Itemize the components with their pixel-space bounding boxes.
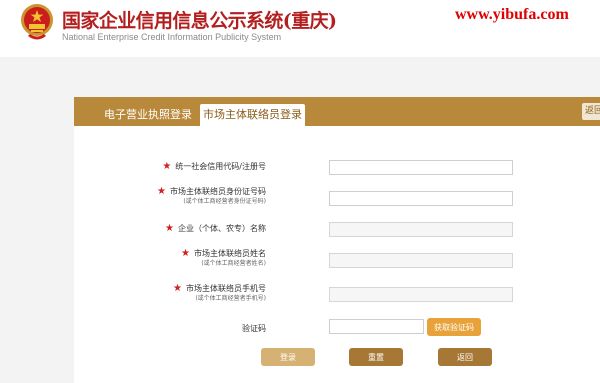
required-mark: ★ xyxy=(162,161,172,172)
captcha-label-text: 验证码 xyxy=(242,324,266,333)
required-mark: ★ xyxy=(173,283,182,294)
contact-name-label-text: 市场主体联络员姓名 xyxy=(194,249,266,258)
required-mark: ★ xyxy=(181,248,190,259)
id-number-input[interactable] xyxy=(329,191,513,206)
captcha-input[interactable] xyxy=(329,319,424,334)
credit-code-label: ★ 统一社会信用代码/注册号 xyxy=(162,161,266,172)
login-panel: 电子营业执照登录 市场主体联络员登录 返回 ★ 统一社会信用代码/注册号 ★ 市场主… xyxy=(74,97,600,383)
required-mark: ★ xyxy=(157,186,166,197)
back-top-button[interactable]: 返回 xyxy=(582,103,600,120)
phone-input[interactable] xyxy=(329,287,513,302)
back-button[interactable]: 返回 xyxy=(438,348,492,366)
company-name-input[interactable] xyxy=(329,222,513,237)
credit-code-label-text: 统一社会信用代码/注册号 xyxy=(175,162,266,171)
national-emblem-icon xyxy=(21,4,53,40)
site-header: 国家企业信用信息公示系统(重庆) National Enterprise Cre… xyxy=(0,0,600,57)
contact-name-note: (或个体工商经营者姓名) xyxy=(201,260,266,267)
credit-code-input[interactable] xyxy=(329,160,513,175)
login-tabbar: 电子营业执照登录 市场主体联络员登录 返回 xyxy=(74,97,600,126)
id-note: (或个体工商经营者身份证号码) xyxy=(183,198,266,205)
phone-note: (或个体工商经营者手机号) xyxy=(195,295,266,302)
company-name-label-text: 企业（个体、农专）名称 xyxy=(178,224,266,233)
captcha-label: 验证码 xyxy=(242,323,266,334)
company-name-label: ★ 企业（个体、农专）名称 xyxy=(165,223,266,234)
login-button[interactable]: 登录 xyxy=(261,348,315,366)
required-mark: ★ xyxy=(165,223,174,234)
phone-label-text: 市场主体联络员手机号 xyxy=(186,284,266,293)
tab-license-login[interactable]: 电子营业执照登录 xyxy=(104,104,192,126)
tab-contact-login[interactable]: 市场主体联络员登录 xyxy=(200,104,305,126)
contact-name-label: ★ 市场主体联络员姓名 (或个体工商经营者姓名) xyxy=(181,248,266,268)
reset-button[interactable]: 重置 xyxy=(349,348,403,366)
site-subtitle: National Enterprise Credit Information P… xyxy=(62,32,282,42)
contact-name-input[interactable] xyxy=(329,253,513,268)
id-label-text: 市场主体联络员身份证号码 xyxy=(170,187,266,196)
watermark: www.yibufa.com xyxy=(455,6,569,23)
id-label: ★ 市场主体联络员身份证号码 (或个体工商经营者身份证号码) xyxy=(157,186,266,206)
get-code-button[interactable]: 获取验证码 xyxy=(427,318,481,336)
phone-label: ★ 市场主体联络员手机号 (或个体工商经营者手机号) xyxy=(173,283,266,303)
site-title: 国家企业信用信息公示系统(重庆) xyxy=(62,10,337,32)
